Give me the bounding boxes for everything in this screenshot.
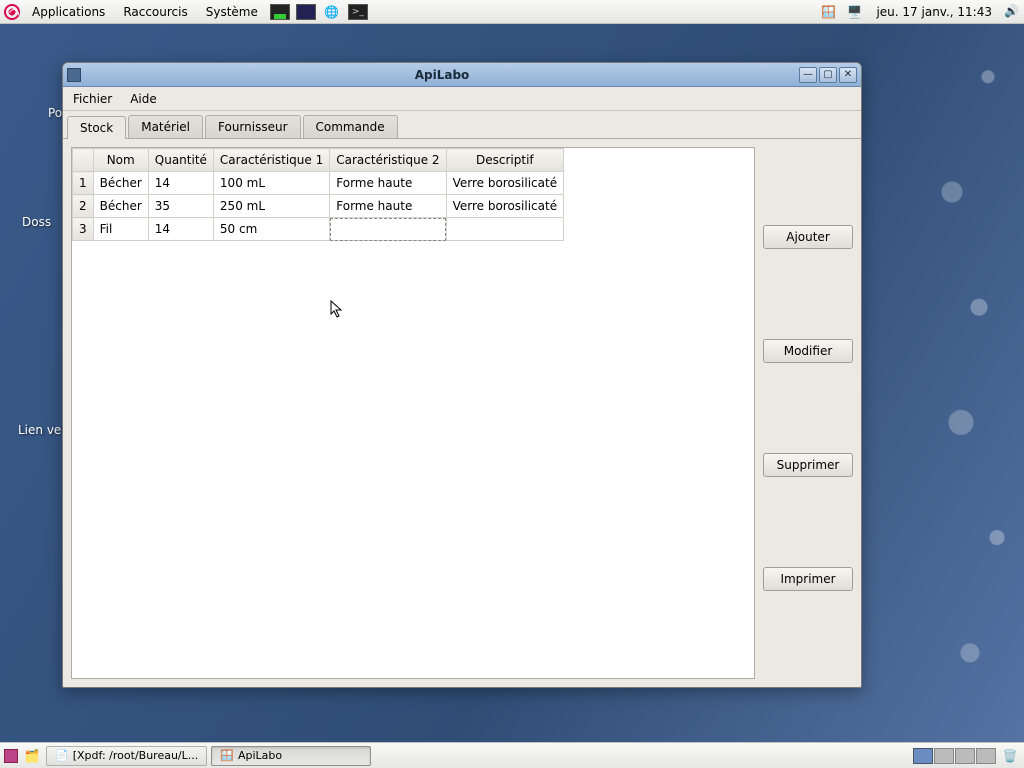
imprimer-button[interactable]: Imprimer	[763, 567, 853, 591]
col-quantite[interactable]: Quantité	[148, 149, 213, 172]
window-list-icon[interactable]: 🗂️	[22, 748, 42, 764]
task-xpdf[interactable]: 📄 [Xpdf: /root/Bureau/L...	[46, 746, 207, 766]
sysmon-icon[interactable]	[270, 4, 290, 20]
minimize-button[interactable]: —	[799, 67, 817, 83]
table-cell[interactable]: Forme haute	[330, 195, 446, 218]
button-sidebar: Ajouter Modifier Supprimer Imprimer	[763, 147, 853, 679]
table-cell[interactable]: 2	[73, 195, 94, 218]
table-cell[interactable]: 250 mL	[213, 195, 329, 218]
tray-icon-2[interactable]: 🖥️	[844, 4, 864, 20]
task-app-icon: 🪟	[220, 749, 234, 762]
table-cell[interactable]: Verre borosilicaté	[446, 195, 564, 218]
table-cell[interactable]: 14	[148, 218, 213, 241]
maximize-button[interactable]: ▢	[819, 67, 837, 83]
titlebar[interactable]: ApiLabo — ▢ ✕	[63, 63, 861, 87]
menu-fichier[interactable]: Fichier	[69, 90, 116, 108]
task-label: [Xpdf: /root/Bureau/L...	[73, 749, 199, 762]
volume-icon[interactable]: 🔊	[1004, 4, 1020, 20]
menubar: Fichier Aide	[63, 87, 861, 111]
table-row[interactable]: 3Fil1450 cm	[73, 218, 564, 241]
table-cell[interactable]: Forme haute	[330, 172, 446, 195]
menu-applications[interactable]: Applications	[26, 3, 111, 21]
tray-icon-1[interactable]: 🪟	[818, 4, 838, 20]
client-area: Nom Quantité Caractéristique 1 Caractéri…	[63, 139, 861, 687]
table-cell[interactable]: Verre borosilicaté	[446, 172, 564, 195]
workspace-4[interactable]	[976, 748, 996, 764]
supprimer-button[interactable]: Supprimer	[763, 453, 853, 477]
clock[interactable]: jeu. 17 janv., 11:43	[870, 5, 998, 19]
tab-stock[interactable]: Stock	[67, 116, 126, 139]
task-label: ApiLabo	[238, 749, 282, 762]
col-nom[interactable]: Nom	[93, 149, 148, 172]
tab-materiel[interactable]: Matériel	[128, 115, 203, 138]
col-carac2[interactable]: Caractéristique 2	[330, 149, 446, 172]
menu-aide[interactable]: Aide	[126, 90, 161, 108]
workspace-2[interactable]	[934, 748, 954, 764]
col-descriptif[interactable]: Descriptif	[446, 149, 564, 172]
web-icon[interactable]: 🌐	[322, 4, 342, 20]
show-desktop-icon[interactable]	[4, 749, 18, 763]
ajouter-button[interactable]: Ajouter	[763, 225, 853, 249]
table-cell[interactable]: 100 mL	[213, 172, 329, 195]
table-cell[interactable]: 3	[73, 218, 94, 241]
top-panel: Applications Raccourcis Système 🌐 >_ 🪟 🖥…	[0, 0, 1024, 24]
sysmon2-icon[interactable]	[296, 4, 316, 20]
tab-commande[interactable]: Commande	[303, 115, 398, 138]
table-cell[interactable]: 1	[73, 172, 94, 195]
workspace-pager[interactable]	[913, 748, 996, 764]
window-icon	[67, 68, 81, 82]
bottom-panel: 🗂️ 📄 [Xpdf: /root/Bureau/L... 🪟 ApiLabo …	[0, 742, 1024, 768]
table-row[interactable]: 2Bécher35250 mLForme hauteVerre borosili…	[73, 195, 564, 218]
task-apilabo[interactable]: 🪟 ApiLabo	[211, 746, 371, 766]
tab-fournisseur[interactable]: Fournisseur	[205, 115, 301, 138]
table-row[interactable]: 1Bécher14100 mLForme hauteVerre borosili…	[73, 172, 564, 195]
table-cell[interactable]	[446, 218, 564, 241]
terminal-icon[interactable]: >_	[348, 4, 368, 20]
table-wrap[interactable]: Nom Quantité Caractéristique 1 Caractéri…	[71, 147, 755, 679]
table-cell[interactable]: 50 cm	[213, 218, 329, 241]
debian-logo-icon[interactable]	[4, 4, 20, 20]
wallpaper-decor	[844, 0, 1024, 768]
table-cell[interactable]: 14	[148, 172, 213, 195]
window-title: ApiLabo	[87, 68, 797, 82]
desktop-icon-label: Doss	[22, 215, 51, 229]
close-button[interactable]: ✕	[839, 67, 857, 83]
menu-systeme[interactable]: Système	[200, 3, 264, 21]
table-cell[interactable]: Bécher	[93, 195, 148, 218]
table-cell[interactable]: Bécher	[93, 172, 148, 195]
task-app-icon: 📄	[55, 749, 69, 762]
stock-table: Nom Quantité Caractéristique 1 Caractéri…	[72, 148, 564, 241]
col-rownum[interactable]	[73, 149, 94, 172]
table-cell[interactable]: 35	[148, 195, 213, 218]
col-carac1[interactable]: Caractéristique 1	[213, 149, 329, 172]
modifier-button[interactable]: Modifier	[763, 339, 853, 363]
tabbar: Stock Matériel Fournisseur Commande	[63, 111, 861, 139]
workspace-1[interactable]	[913, 748, 933, 764]
menu-raccourcis[interactable]: Raccourcis	[117, 3, 193, 21]
table-cell[interactable]: Fil	[93, 218, 148, 241]
workspace-3[interactable]	[955, 748, 975, 764]
app-window: ApiLabo — ▢ ✕ Fichier Aide Stock Matérie…	[62, 62, 862, 688]
trash-icon[interactable]: 🗑️	[1000, 748, 1020, 764]
table-cell[interactable]	[330, 218, 446, 241]
desktop-icon-label: Lien ve	[18, 423, 61, 437]
